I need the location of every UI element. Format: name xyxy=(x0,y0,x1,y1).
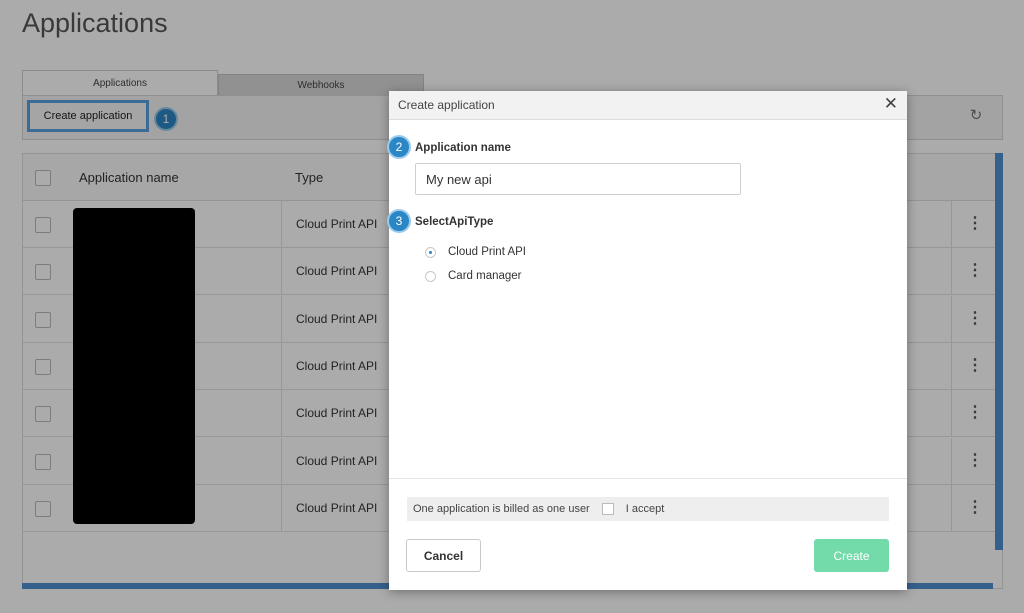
accept-label[interactable]: I accept xyxy=(626,503,665,515)
radio-button-checked[interactable] xyxy=(425,246,436,258)
billing-notice: One application is billed as one user I … xyxy=(407,497,889,521)
cancel-button[interactable]: Cancel xyxy=(406,539,481,572)
dialog-title: Create application xyxy=(398,98,495,112)
step-badge-3: 3 xyxy=(387,209,411,233)
application-name-label: Application name xyxy=(415,142,511,154)
billing-text: One application is billed as one user xyxy=(413,503,590,515)
radio-label: Card manager xyxy=(448,270,522,282)
api-type-label: SelectApiType xyxy=(415,216,494,228)
create-application-dialog: Create application ✕ 2 Application name … xyxy=(387,91,907,590)
application-name-input[interactable] xyxy=(415,163,741,195)
dialog-header: Create application ✕ xyxy=(389,91,907,120)
radio-option-card-manager[interactable]: Card manager xyxy=(425,268,522,284)
step-badge-2: 2 xyxy=(387,135,411,159)
close-icon[interactable]: ✕ xyxy=(884,95,898,113)
radio-button[interactable] xyxy=(425,270,436,282)
radio-label: Cloud Print API xyxy=(448,246,526,258)
radio-option-cloud-print-api[interactable]: Cloud Print API xyxy=(425,244,526,260)
accept-checkbox[interactable] xyxy=(601,503,614,515)
create-button[interactable]: Create xyxy=(814,539,889,572)
dialog-divider xyxy=(389,478,907,479)
